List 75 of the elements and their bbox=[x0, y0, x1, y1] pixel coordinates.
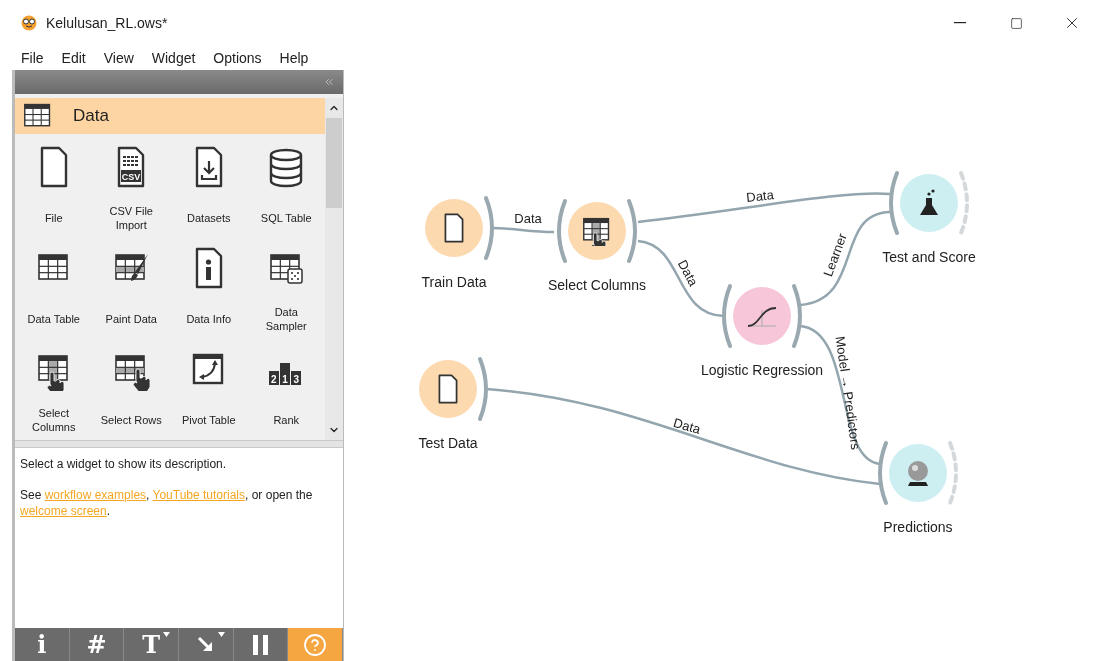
menu-item[interactable]: File bbox=[12, 47, 53, 69]
widget-label: Paint Data bbox=[104, 311, 158, 326]
node-label: Logistic Regression bbox=[700, 361, 824, 380]
widget-label: CSV File Import bbox=[108, 203, 154, 232]
widget-tile[interactable]: Select Columns bbox=[15, 340, 93, 441]
link-label: Data bbox=[675, 257, 701, 289]
widget-tile[interactable]: Datasets bbox=[170, 138, 248, 239]
link-label: Model → Predictors bbox=[833, 335, 863, 451]
input-port[interactable] bbox=[889, 171, 899, 235]
widget-tile[interactable]: Data Table bbox=[15, 239, 93, 340]
maximize-icon bbox=[1009, 16, 1023, 30]
input-port[interactable] bbox=[878, 441, 888, 505]
widget-label: Data Sampler bbox=[264, 304, 308, 333]
link-line[interactable] bbox=[637, 192, 891, 224]
widget-label: Data Info bbox=[185, 311, 233, 326]
pause-icon bbox=[250, 633, 271, 656]
widget-label: Select Columns bbox=[31, 405, 77, 434]
toolbar-button[interactable]: T bbox=[124, 628, 179, 661]
crystal-ball-icon bbox=[905, 459, 931, 487]
description-text: Select a widget to show its description. bbox=[20, 456, 228, 472]
help-text: See workflow examples, YouTube tutorials, or open the welcome screen. bbox=[20, 487, 314, 519]
link-line[interactable] bbox=[485, 387, 881, 486]
input-port[interactable] bbox=[557, 199, 567, 263]
document-icon bbox=[436, 374, 460, 404]
widget-node[interactable] bbox=[733, 287, 791, 345]
node-label: Test Data bbox=[418, 434, 478, 453]
widget-tile[interactable]: Data Sampler bbox=[247, 239, 325, 340]
input-port[interactable] bbox=[722, 284, 732, 348]
node-label: Test and Score bbox=[882, 248, 976, 267]
scrollbar[interactable] bbox=[325, 98, 343, 440]
widget-tile[interactable]: File bbox=[15, 138, 93, 239]
menu-item[interactable]: View bbox=[94, 47, 143, 69]
widget-label: Data Table bbox=[26, 311, 81, 326]
menu-item[interactable]: Help bbox=[270, 47, 318, 69]
menu-item[interactable]: Widget bbox=[142, 47, 205, 69]
widget-tile[interactable]: 2 1 3 Rank bbox=[247, 340, 325, 441]
toolbar-button[interactable]: i bbox=[15, 628, 70, 661]
node-label: Select Columns bbox=[548, 276, 646, 295]
link-label: Data bbox=[745, 188, 775, 204]
pause-button[interactable] bbox=[233, 628, 289, 661]
widget-label: Rank bbox=[272, 412, 301, 427]
sigmoid-curve-icon bbox=[746, 304, 778, 328]
menu-item[interactable]: Edit bbox=[52, 47, 95, 69]
category-header[interactable]: Data bbox=[15, 98, 325, 134]
document-icon bbox=[442, 213, 466, 243]
widget-tile[interactable]: Select Rows bbox=[92, 340, 170, 441]
link-label: Data bbox=[514, 211, 542, 225]
widget-tile[interactable]: CSV CSV File Import bbox=[92, 138, 170, 239]
arrow-button[interactable] bbox=[179, 628, 234, 661]
node-label: Predictions bbox=[883, 518, 953, 537]
table-hand-icon bbox=[582, 216, 612, 246]
widget-label: Datasets bbox=[186, 210, 232, 225]
widget-label: Select Rows bbox=[100, 412, 163, 427]
output-port[interactable] bbox=[792, 284, 802, 348]
window-title: Kelulusan_RL.ows* bbox=[46, 13, 168, 33]
scrollbar-thumb[interactable] bbox=[326, 118, 342, 208]
widget-tile[interactable]: Data Info bbox=[170, 239, 248, 340]
minimize-icon bbox=[954, 22, 966, 24]
widget-tile[interactable]: Pivot Table bbox=[170, 340, 248, 441]
flask-icon bbox=[917, 188, 941, 218]
app-logo-icon bbox=[20, 15, 38, 31]
collapse-icon[interactable] bbox=[323, 76, 335, 88]
widget-node[interactable] bbox=[900, 174, 958, 232]
link-label: Data bbox=[672, 415, 702, 437]
widget-label: SQL Table bbox=[259, 210, 313, 225]
menu-item[interactable]: Options bbox=[204, 47, 271, 69]
category-label: Data bbox=[73, 105, 109, 128]
splitter-handle[interactable] bbox=[15, 440, 343, 448]
toolbar-button[interactable]: # bbox=[69, 628, 125, 661]
help-icon bbox=[303, 632, 328, 657]
widget-label: File bbox=[43, 210, 64, 225]
widget-label: Pivot Table bbox=[180, 412, 237, 427]
widget-tile[interactable]: Paint Data bbox=[92, 239, 170, 340]
widget-tile[interactable]: SQL Table bbox=[247, 138, 325, 239]
node-label: Train Data bbox=[421, 273, 487, 292]
